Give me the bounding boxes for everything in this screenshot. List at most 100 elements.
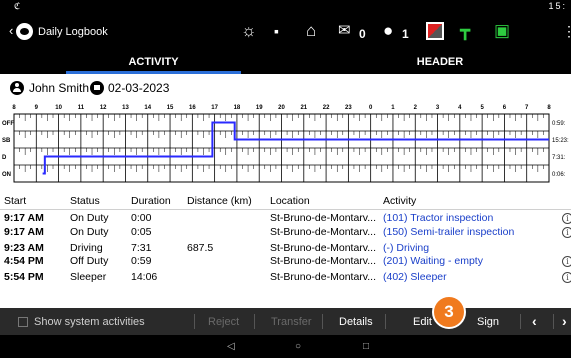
divider [553,314,554,329]
graph-hour-label: 12 [100,105,107,111]
users-count: 1 [402,27,409,41]
graph-hour-label: 21 [300,105,307,111]
row-activity-link[interactable]: (402) Sleeper [383,271,447,283]
graph-hour-label: 11 [78,105,85,111]
graph-status-label: ON [2,172,11,178]
graph-hour-label: 16 [189,105,196,111]
row-duration: 0:59 [131,255,152,267]
driver-name: John Smith [29,81,90,95]
sign-button[interactable]: Sign [477,316,499,328]
col-status: Status [70,195,100,207]
graph-hour-label: 3 [436,105,440,111]
user-icon[interactable]: ● [383,22,393,40]
row-distance: 687.5 [187,242,214,254]
truck-icon[interactable]: ▣ [494,22,510,40]
connection-icon[interactable]: ⌂ [306,22,316,40]
row-start: 4:54 PM [4,255,44,267]
divider [520,314,521,329]
col-activity: Activity [383,195,417,207]
table-row[interactable]: 5:54 PM Sleeper 14:06 St-Bruno-de-Montar… [0,271,571,284]
info-icon[interactable]: i [562,227,571,238]
row-duration: 0:00 [131,212,152,224]
graph-hour-label: 5 [480,105,484,111]
col-duration: Duration [131,195,171,207]
row-start: 9:17 AM [4,212,44,224]
messages-count: 0 [359,27,366,41]
info-icon[interactable]: i [562,272,571,283]
nav-back-icon[interactable]: ◁ [227,341,235,352]
info-icon[interactable]: i [562,256,571,267]
duty-status-graph: 8 9 10 11 12 13 14 15 16 17 18 19 20 21 22 23 0 1 2 3 4 5 6 7 8O… [2,105,569,183]
graph-hour-label: 14 [144,105,151,111]
table-row[interactable]: 9:23 AM Driving 7:31 687.5 St-Bruno-de-M… [0,242,571,255]
nav-recents-icon[interactable]: □ [363,341,369,352]
table-row[interactable]: 9:17 AM On Duty 0:05 St-Bruno-de-Montarv… [0,226,571,239]
next-day-icon[interactable]: › [562,313,567,329]
nav-home-icon[interactable]: ○ [295,341,301,352]
brightness-icon[interactable]: ☼ [241,22,257,40]
show-system-label[interactable]: Show system activities [34,316,145,328]
row-activity-link[interactable]: (201) Waiting - empty [383,255,483,267]
system-status-bar: ℭ 15: [0,0,571,13]
tab-activity[interactable]: ACTIVITY [66,50,241,74]
info-icon[interactable]: i [562,213,571,224]
app-logo-icon [16,23,33,40]
antenna-icon[interactable]: ┳ [460,22,470,40]
calendar-icon [90,81,104,95]
graph-total-label: 7:31: [552,155,566,161]
row-start: 5:54 PM [4,271,44,283]
log-date[interactable]: 02-03-2023 [108,81,169,95]
graph-hour-label: 4 [458,105,462,111]
details-button[interactable]: Details [339,316,373,328]
row-location: St-Bruno-de-Montarv... [270,255,377,267]
system-nav-bar: ◁ ○ □ [0,335,571,358]
graph-hour-label: 19 [256,105,263,111]
flag-icon[interactable]: ▪ [274,22,279,40]
back-arrow-icon[interactable]: ‹ [9,23,13,38]
graph-hour-label: 2 [414,105,418,111]
table-row[interactable]: 9:17 AM On Duty 0:00 St-Bruno-de-Montarv… [0,212,571,225]
divider [322,314,323,329]
app-bar: ‹ Daily Logbook ☼ ▪ ⌂ ✉ 0 ● 1 ┳ ▣ ⋮ [0,13,571,50]
show-system-checkbox[interactable] [18,317,28,327]
row-start: 9:17 AM [4,226,44,238]
row-status: Sleeper [70,271,107,283]
transfer-button[interactable]: Transfer [271,316,312,328]
col-distance: Distance (km) [187,195,252,207]
tab-bar: ACTIVITY HEADER [0,50,571,74]
row-duration: 14:06 [131,271,158,283]
row-status: Off Duty [70,255,109,267]
table-row[interactable]: 4:54 PM Off Duty 0:59 St-Bruno-de-Montar… [0,255,571,268]
row-duration: 7:31 [131,242,152,254]
graph-total-label: 0:59: [552,121,566,127]
header-divider [0,209,571,210]
previous-day-icon[interactable]: ‹ [532,313,537,329]
app-title: Daily Logbook [38,26,108,38]
row-activity-link[interactable]: (101) Tractor inspection [383,212,493,224]
overflow-menu-icon[interactable]: ⋮ [562,22,571,40]
row-activity-link[interactable]: (150) Semi-trailer inspection [383,226,514,238]
row-status: On Duty [70,212,109,224]
row-location: St-Bruno-de-Montarv... [270,212,377,224]
step-badge: 3 [432,295,466,329]
graph-hour-label: 22 [323,105,330,111]
row-duration: 0:05 [131,226,152,238]
tab-header[interactable]: HEADER [330,50,550,74]
row-location: St-Bruno-de-Montarv... [270,226,377,238]
reject-button[interactable]: Reject [208,316,239,328]
edit-button[interactable]: Edit [413,316,432,328]
graph-total-label: 15:23: [552,138,569,144]
graph-hour-label: 17 [211,105,218,111]
person-icon [10,81,24,95]
logbook-content: John Smith 02-03-2023 8 9 10 11 12 13 14 15 16 17… [0,74,571,308]
graph-status-label: OFF [2,121,14,127]
row-activity-link[interactable]: (-) Driving [383,242,429,254]
mail-icon[interactable]: ✉ [338,22,351,40]
table-header: Start Status Duration Distance (km) Loca… [0,195,571,208]
row-location: St-Bruno-de-Montarv... [270,242,377,254]
graph-hour-label: 18 [234,105,241,111]
row-location: St-Bruno-de-Montarv... [270,271,377,283]
device-status-icon[interactable] [426,22,444,40]
graph-hour-label: 9 [35,105,39,111]
graph-hour-label: 23 [345,105,352,111]
